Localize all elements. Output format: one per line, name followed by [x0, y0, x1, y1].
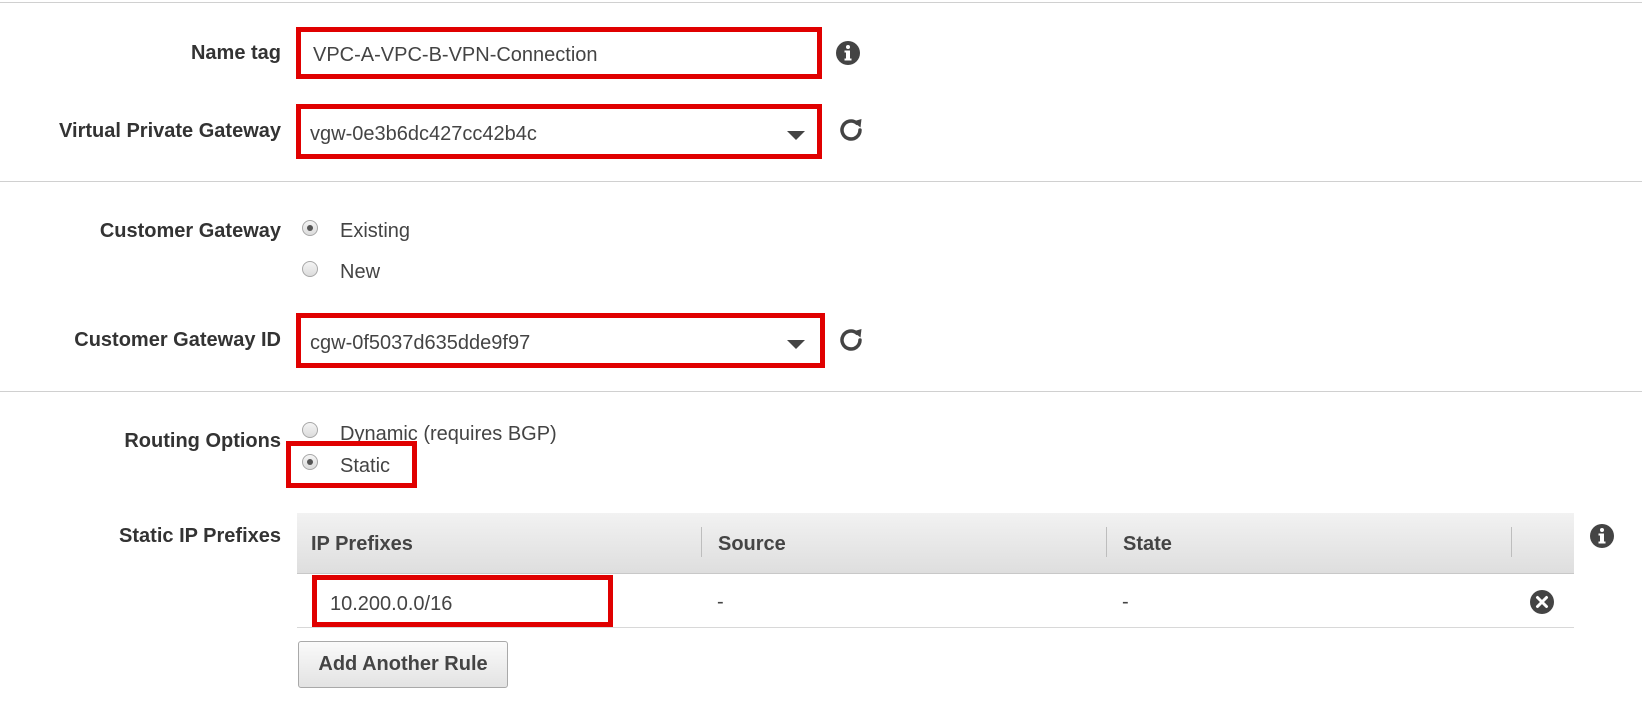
state-cell: -: [1122, 591, 1129, 613]
column-ip-prefixes[interactable]: IP Prefixes: [311, 533, 413, 556]
add-another-rule-button[interactable]: Add Another Rule: [298, 641, 508, 688]
column-separator[interactable]: [1511, 527, 1512, 557]
column-state[interactable]: State: [1123, 533, 1172, 556]
prefixes-table-header: IP Prefixes Source State: [297, 513, 1574, 574]
refresh-icon[interactable]: [836, 325, 866, 355]
table-row: 10.200.0.0/16 - -: [297, 573, 1574, 628]
customer-gateway-id-value: cgw-0f5037d635dde9f97: [310, 332, 531, 354]
routing-options-label: Routing Options: [124, 430, 281, 452]
caret-down-icon: [787, 340, 805, 349]
name-tag-input[interactable]: VPC-A-VPC-B-VPN-Connection: [296, 27, 822, 79]
routing-static-label[interactable]: Static: [340, 455, 390, 478]
customer-gateway-new-radio[interactable]: [302, 261, 318, 277]
caret-down-icon: [787, 131, 805, 140]
section-divider-1: [0, 181, 1642, 182]
static-ip-prefixes-label: Static IP Prefixes: [119, 525, 281, 547]
column-separator[interactable]: [1106, 527, 1107, 557]
top-divider: [0, 2, 1642, 3]
column-separator[interactable]: [701, 527, 702, 557]
column-source[interactable]: Source: [718, 533, 786, 556]
virtual-private-gateway-value: vgw-0e3b6dc427cc42b4c: [310, 123, 537, 145]
customer-gateway-new-label[interactable]: New: [340, 261, 380, 284]
name-tag-label: Name tag: [190, 42, 281, 64]
source-cell: -: [717, 591, 724, 613]
routing-static-radio[interactable]: [302, 454, 318, 470]
info-icon[interactable]: [1587, 521, 1617, 551]
info-icon[interactable]: [833, 38, 863, 68]
name-tag-value: VPC-A-VPC-B-VPN-Connection: [313, 44, 598, 66]
refresh-icon[interactable]: [836, 115, 866, 145]
customer-gateway-existing-radio[interactable]: [302, 220, 318, 236]
routing-dynamic-radio[interactable]: [302, 422, 318, 438]
remove-icon[interactable]: [1527, 587, 1557, 617]
customer-gateway-id-select[interactable]: cgw-0f5037d635dde9f97: [296, 313, 825, 368]
customer-gateway-id-label: Customer Gateway ID: [74, 329, 281, 351]
section-divider-2: [0, 391, 1642, 392]
ip-prefix-value: 10.200.0.0/16: [330, 593, 453, 615]
customer-gateway-label: Customer Gateway: [99, 220, 281, 242]
ip-prefix-input[interactable]: 10.200.0.0/16: [312, 575, 613, 627]
virtual-private-gateway-label: Virtual Private Gateway: [59, 120, 281, 142]
virtual-private-gateway-select[interactable]: vgw-0e3b6dc427cc42b4c: [296, 104, 822, 159]
customer-gateway-existing-label[interactable]: Existing: [340, 220, 410, 243]
